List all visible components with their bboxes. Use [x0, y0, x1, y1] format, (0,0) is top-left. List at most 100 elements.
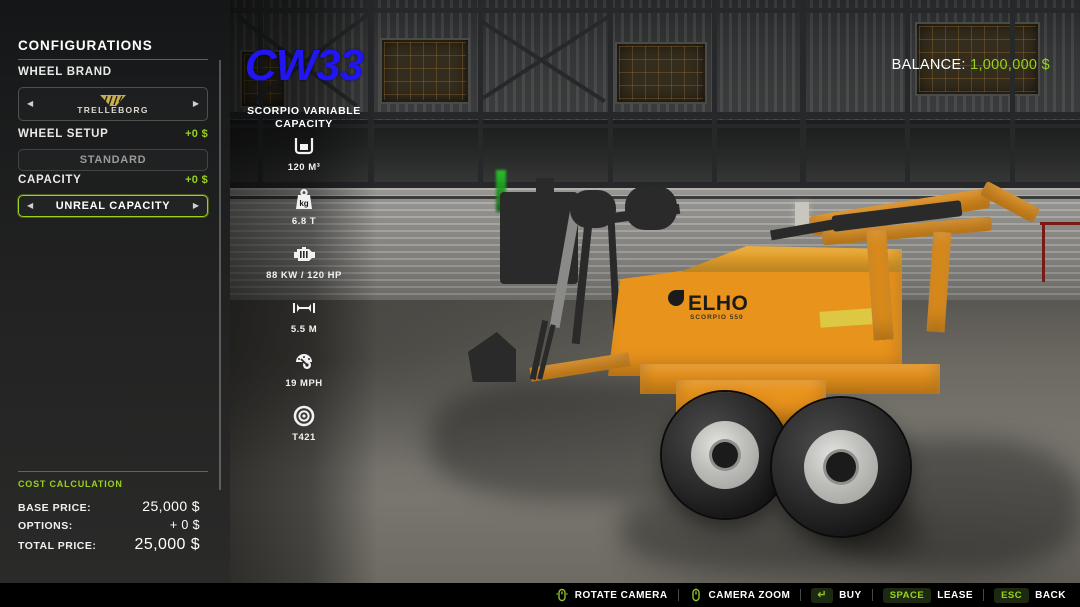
cost-row-options: OPTIONS: + 0 $ — [18, 518, 200, 532]
cost-value: + 0 $ — [169, 518, 200, 532]
wheel-setup-value: STANDARD — [79, 154, 147, 166]
hotkey-label: LEASE — [937, 589, 974, 601]
panel-scrollbar[interactable] — [219, 60, 221, 490]
prev-arrow-icon[interactable]: ◀ — [27, 202, 33, 210]
stat-value: 5.5 M — [290, 324, 318, 335]
balance-value: 1,000,000 $ — [970, 57, 1050, 73]
hotkey-label: BUY — [839, 589, 862, 601]
cost-value: 25,000 $ — [142, 498, 200, 514]
elho-brand-subtext: SCORPIO 550 — [690, 314, 744, 321]
cost-divider — [18, 471, 208, 472]
tire-icon — [291, 403, 317, 429]
vehicle-subtitle: SCORPIO VARIABLE CAPACITY — [247, 105, 361, 130]
vehicle-arm — [926, 231, 952, 333]
page-title: CONFIGURATIONS — [18, 38, 153, 53]
hotkey-buy[interactable]: ↵ BUY — [811, 587, 862, 603]
configuration-panel: CONFIGURATIONS WHEEL BRAND ◀ TRELLEBORG … — [0, 0, 230, 583]
stat-engine: 88 KW / 120 HP — [230, 241, 378, 281]
structural-column — [1010, 0, 1015, 188]
balance-display: BALANCE: 1,000,000 $ — [892, 57, 1050, 73]
balance-label: BALANCE: — [891, 57, 966, 73]
cost-label: BASE PRICE: — [18, 502, 92, 514]
vehicle-part — [536, 178, 554, 218]
elho-leaf-icon — [668, 290, 684, 306]
structural-column — [608, 0, 613, 188]
capacity-selector[interactable]: ◀ UNREAL CAPACITY ▶ — [18, 195, 208, 217]
option-label: WHEEL BRAND — [18, 66, 112, 78]
next-arrow-icon[interactable]: ▶ — [193, 100, 199, 108]
hotkey-rotate-camera[interactable]: ROTATE CAMERA — [555, 588, 668, 602]
next-arrow-icon[interactable]: ▶ — [193, 202, 199, 210]
stat-capacity: 120 M³ — [230, 133, 378, 173]
stat-value: 120 M³ — [287, 162, 321, 173]
shop-configuration-screen: ELHO SCORPIO 550 CONFIGURATIONS WHEEL BR… — [0, 0, 1080, 607]
structural-column — [712, 0, 717, 188]
width-icon — [291, 295, 317, 321]
window — [380, 38, 470, 104]
capacity-value: UNREAL CAPACITY — [55, 200, 171, 212]
speed-icon — [291, 349, 317, 375]
mouse-icon — [689, 588, 703, 602]
hotkey-lease[interactable]: SPACE LEASE — [882, 587, 974, 603]
wheel-setup-selector[interactable]: STANDARD — [18, 149, 208, 171]
prev-arrow-icon[interactable]: ◀ — [27, 100, 33, 108]
structural-beam — [230, 8, 1080, 13]
mouse-icon — [555, 588, 569, 602]
hotkey-back[interactable]: ESC BACK — [994, 587, 1066, 603]
option-price: +0 $ — [185, 174, 208, 186]
cost-calculation-title: COST CALCULATION — [18, 479, 123, 489]
hotkey-label: ROTATE CAMERA — [574, 589, 668, 601]
hotkey-separator — [800, 589, 802, 601]
trelleborg-mark-icon — [100, 93, 126, 106]
wheel-hub — [712, 442, 738, 468]
vehicle-stats-list: 120 M³ kg 6.8 T 88 KW / 120 HP 5.5 M 19 … — [230, 133, 378, 457]
option-price: +0 $ — [185, 128, 208, 140]
stat-width: 5.5 M — [230, 295, 378, 335]
wheel-brand-value: TRELLEBORG — [77, 105, 149, 115]
stat-tire: T421 — [230, 403, 378, 443]
title-divider — [18, 59, 208, 60]
config-option-capacity: CAPACITY +0 $ ◀ UNREAL CAPACITY ▶ — [18, 174, 208, 217]
wheel-brand-selector[interactable]: ◀ TRELLEBORG ▶ — [18, 87, 208, 121]
window — [615, 42, 707, 104]
stat-speed: 19 MPH — [230, 349, 378, 389]
wheel-hub — [826, 452, 856, 482]
engine-icon — [291, 241, 317, 267]
stat-value: 6.8 T — [291, 216, 317, 227]
option-label: WHEEL SETUP — [18, 128, 109, 140]
stat-value: T421 — [292, 432, 316, 443]
hotkey-label: CAMERA ZOOM — [708, 589, 791, 601]
hotkey-bar: ROTATE CAMERA CAMERA ZOOM ↵ BUY SPACE LE… — [0, 583, 1080, 607]
cost-value: 25,000 $ — [134, 536, 200, 553]
stat-value: 19 MPH — [285, 378, 323, 389]
capacity-icon — [291, 133, 317, 159]
enter-key-icon[interactable]: ↵ — [811, 587, 834, 603]
cost-row-base-price: BASE PRICE: 25,000 $ — [18, 498, 200, 514]
elho-brand-text: ELHO — [688, 292, 749, 315]
hotkey-camera-zoom[interactable]: CAMERA ZOOM — [689, 588, 791, 602]
vehicle-hitch — [468, 332, 516, 382]
hotkey-separator — [983, 589, 985, 601]
trelleborg-logo: TRELLEBORG — [77, 93, 149, 115]
stat-value: 88 KW / 120 HP — [266, 270, 342, 281]
svg-text:kg: kg — [299, 199, 308, 208]
config-option-wheel-setup: WHEEL SETUP +0 $ STANDARD — [18, 128, 208, 171]
structural-column — [905, 0, 910, 188]
structural-column — [800, 0, 806, 188]
cost-label: OPTIONS: — [18, 520, 73, 532]
option-label: CAPACITY — [18, 174, 82, 186]
cost-row-total-price: TOTAL PRICE: 25,000 $ — [18, 536, 200, 554]
config-option-wheel-brand: WHEEL BRAND ◀ TRELLEBORG ▶ — [18, 66, 208, 121]
cost-label: TOTAL PRICE: — [18, 540, 97, 552]
weight-icon: kg — [291, 187, 317, 213]
hotkey-separator — [677, 589, 679, 601]
hotkey-separator — [871, 589, 873, 601]
stat-weight: kg 6.8 T — [230, 187, 378, 227]
hotkey-label: BACK — [1035, 589, 1066, 601]
structural-column — [478, 0, 483, 188]
vehicle-model: ELHO SCORPIO 550 — [440, 178, 1060, 540]
vehicle-name: CW33 — [244, 41, 364, 90]
trelleborg-triangle-icon — [100, 95, 126, 106]
space-key-badge[interactable]: SPACE — [882, 587, 932, 603]
esc-key-badge[interactable]: ESC — [994, 587, 1030, 603]
